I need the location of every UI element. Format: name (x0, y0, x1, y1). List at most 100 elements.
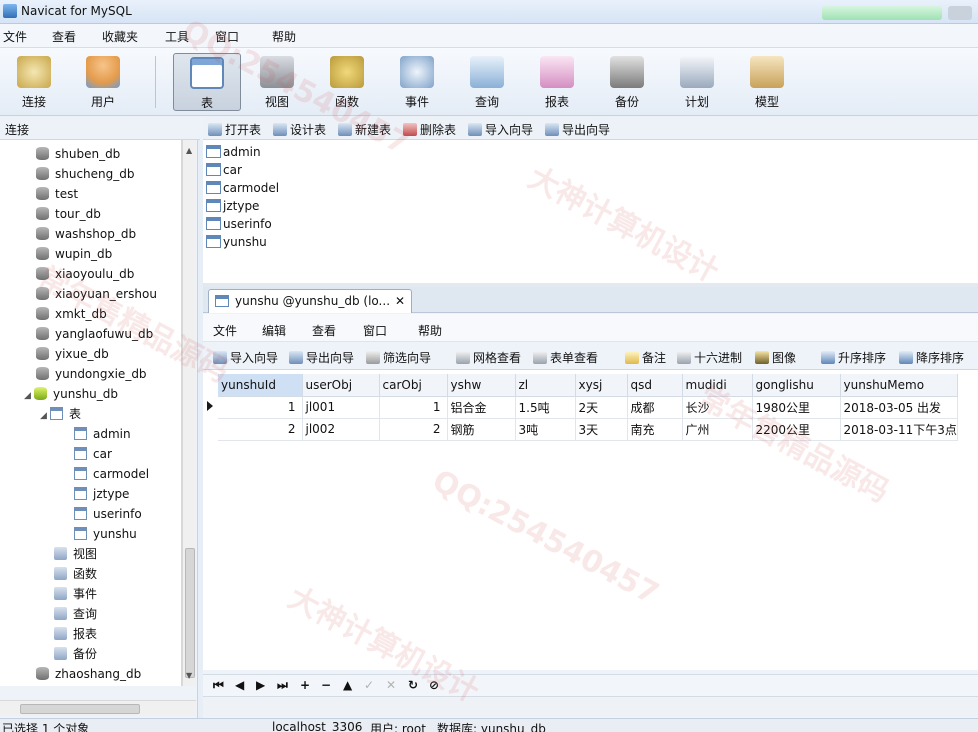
user-button[interactable]: 用户 (69, 53, 137, 111)
submenu-help[interactable]: 帮助 (418, 322, 442, 339)
submenu-view[interactable]: 查看 (312, 322, 336, 339)
export-wizard-button[interactable]: 导出向导 (545, 121, 610, 138)
tree-item-washshop-db[interactable]: washshop_db (36, 224, 136, 244)
submenu-file[interactable]: 文件 (213, 322, 237, 339)
tree-item-queries[interactable]: 查询 (54, 604, 97, 624)
collapse-arrow-icon[interactable]: ◢ (40, 406, 50, 426)
object-item-car[interactable]: car (206, 161, 242, 179)
submenu-edit[interactable]: 编辑 (262, 322, 286, 339)
tree-item-table-jztype[interactable]: jztype (74, 484, 129, 504)
close-window-button[interactable] (948, 6, 972, 20)
object-list[interactable]: admin car carmodel jztype userinfo yunsh… (203, 140, 978, 286)
table-cell[interactable]: 长沙 (682, 396, 753, 419)
menu-tools[interactable]: 工具 (165, 28, 189, 45)
sort-ascending-button[interactable]: 升序排序 (821, 349, 886, 366)
column-header[interactable]: qsd (627, 374, 683, 397)
table-cell[interactable]: 铝合金 (447, 396, 516, 419)
report-button[interactable]: 报表 (523, 53, 591, 111)
apply-changes-icon[interactable]: ✓ (364, 678, 374, 692)
tree-item-table-car[interactable]: car (74, 444, 112, 464)
column-header[interactable]: userObj (302, 374, 380, 397)
model-button[interactable]: 模型 (733, 53, 801, 111)
tree-item-yanglaofuwu-db[interactable]: yanglaofuwu_db (36, 324, 153, 344)
table-cell[interactable]: jl001 (302, 396, 380, 419)
table-row[interactable]: 1 jl001 1 铝合金 1.5吨 2天 成都 长沙 1980公里 2018-… (218, 396, 958, 419)
tree-item-shuben-db[interactable]: shuben_db (36, 144, 120, 164)
export-wizard-button[interactable]: 导出向导 (289, 349, 354, 366)
tree-item-table-admin[interactable]: admin (74, 424, 131, 444)
hex-button[interactable]: 十六进制 (677, 349, 742, 366)
menu-view[interactable]: 查看 (52, 28, 76, 45)
table-cell[interactable]: jl002 (302, 418, 380, 441)
tree-item-tour-db[interactable]: tour_db (36, 204, 101, 224)
table-cell[interactable]: 1980公里 (752, 396, 841, 419)
last-record-icon[interactable]: ⏭ (277, 678, 288, 693)
data-table[interactable]: yunshuId userObj carObj yshw zl xysj qsd… (218, 374, 958, 441)
submenu-window[interactable]: 窗口 (363, 322, 387, 339)
backup-button[interactable]: 备份 (593, 53, 661, 111)
tree-item-table-carmodel[interactable]: carmodel (74, 464, 149, 484)
object-item-admin[interactable]: admin (206, 143, 261, 161)
close-tab-icon[interactable]: ✕ (395, 290, 405, 312)
connection-button[interactable]: 连接 (0, 53, 68, 111)
menu-file[interactable]: 文件 (3, 28, 27, 45)
table-cell[interactable]: 南充 (627, 418, 683, 441)
tree-item-tables-folder[interactable]: ◢ 表 (40, 404, 81, 424)
memo-button[interactable]: 备注 (625, 349, 666, 366)
scroll-thumb[interactable] (185, 548, 195, 678)
menu-window[interactable]: 窗口 (215, 28, 239, 45)
table-cell[interactable]: 2018-03-05 出发 (840, 396, 958, 419)
object-item-jztype[interactable]: jztype (206, 197, 259, 215)
tree-item-zhaoshang-db[interactable]: zhaoshang_db (36, 664, 141, 684)
table-cell[interactable]: 3天 (575, 418, 628, 441)
tree-item-yixue-db[interactable]: yixue_db (36, 344, 109, 364)
image-button[interactable]: 图像 (755, 349, 796, 366)
stop-icon[interactable]: ⊘ (429, 678, 439, 692)
tree-item-backups[interactable]: 备份 (54, 644, 97, 664)
table-button[interactable]: 表 (173, 53, 241, 111)
table-cell[interactable]: 2 (218, 418, 303, 441)
open-table-button[interactable]: 打开表 (208, 121, 261, 138)
previous-record-icon[interactable]: ◀ (235, 678, 244, 692)
tree-item-functions[interactable]: 函数 (54, 564, 97, 584)
table-cell[interactable]: 成都 (627, 396, 683, 419)
delete-table-button[interactable]: 删除表 (403, 121, 456, 138)
tree-item-xiaoyoulu-db[interactable]: xiaoyoulu_db (36, 264, 134, 284)
table-cell[interactable]: 1 (218, 396, 303, 419)
tree-item-events[interactable]: 事件 (54, 584, 97, 604)
function-button[interactable]: 函数 (313, 53, 381, 111)
event-button[interactable]: 事件 (383, 53, 451, 111)
tree-item-xmkt-db[interactable]: xmkt_db (36, 304, 107, 324)
object-item-carmodel[interactable]: carmodel (206, 179, 279, 197)
view-button[interactable]: 视图 (243, 53, 311, 111)
tree-item-xiaoyuan-ershou[interactable]: xiaoyuan_ershou (36, 284, 157, 304)
scroll-up-icon[interactable]: ▲ (186, 146, 192, 155)
column-header[interactable]: xysj (575, 374, 628, 397)
menu-favorites[interactable]: 收藏夹 (102, 28, 138, 45)
collapse-arrow-icon[interactable]: ◢ (24, 386, 34, 406)
add-record-icon[interactable]: + (300, 678, 310, 692)
table-cell[interactable]: 2200公里 (752, 418, 841, 441)
first-record-icon[interactable]: ⏮ (213, 678, 224, 693)
tree-item-shucheng-db[interactable]: shucheng_db (36, 164, 135, 184)
table-cell[interactable]: 3吨 (515, 418, 576, 441)
scroll-thumb[interactable] (20, 704, 140, 714)
tree-item-table-yunshu[interactable]: yunshu (74, 524, 137, 544)
data-grid[interactable]: yunshuId userObj carObj yshw zl xysj qsd… (203, 370, 978, 670)
new-table-button[interactable]: 新建表 (338, 121, 391, 138)
tree-item-reports[interactable]: 报表 (54, 624, 97, 644)
column-header[interactable]: yunshuMemo (840, 374, 958, 397)
table-cell[interactable]: 1.5吨 (515, 396, 576, 419)
menu-help[interactable]: 帮助 (272, 28, 296, 45)
tree-item-table-userinfo[interactable]: userinfo (74, 504, 142, 524)
form-view-button[interactable]: 表单查看 (533, 349, 598, 366)
column-header[interactable]: yunshuId (218, 374, 303, 397)
tree-item-test[interactable]: test (36, 184, 78, 204)
table-cell[interactable]: 2018-03-11下午3点 (840, 418, 958, 441)
refresh-icon[interactable]: ↻ (408, 678, 418, 692)
tree-horizontal-scrollbar[interactable] (0, 700, 196, 716)
move-up-icon[interactable]: ▲ (343, 678, 352, 692)
scroll-down-icon[interactable]: ▼ (186, 671, 192, 680)
column-header[interactable]: gonglishu (752, 374, 841, 397)
delete-record-icon[interactable]: − (321, 678, 331, 692)
